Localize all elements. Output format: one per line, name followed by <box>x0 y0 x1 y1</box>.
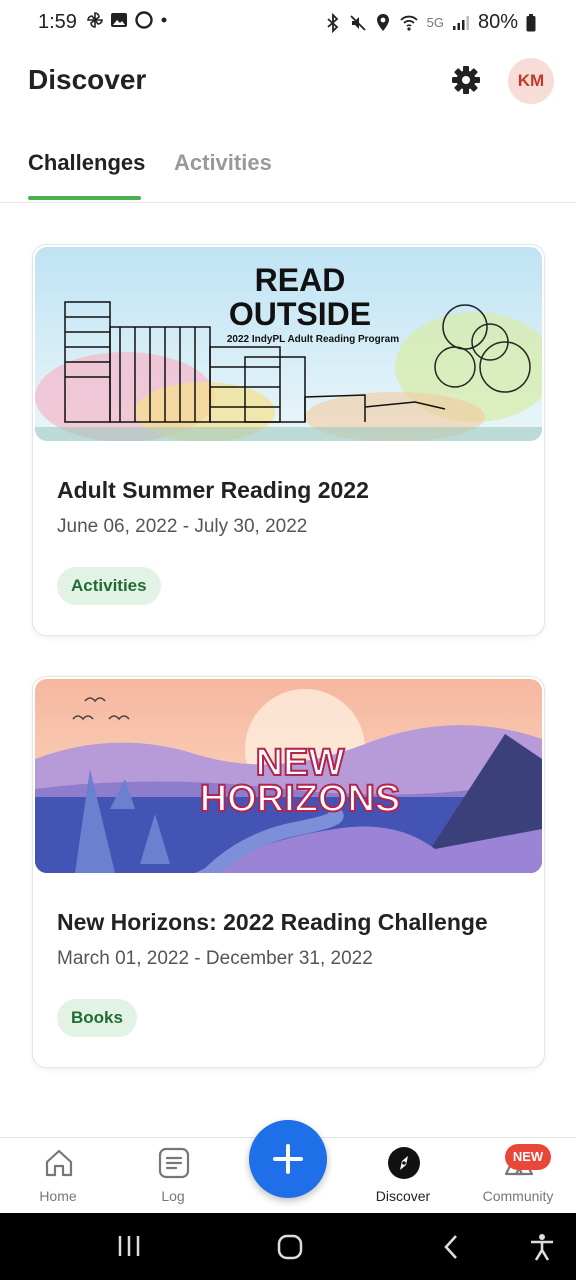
status-time: 1:59 <box>38 11 77 33</box>
tab-activities[interactable]: Activities <box>174 150 272 176</box>
accessibility-icon[interactable] <box>528 1233 556 1261</box>
active-tab-indicator <box>28 196 141 200</box>
avatar[interactable]: KM <box>508 58 554 104</box>
banner-title-line2: OUTSIDE <box>229 296 371 332</box>
challenge-card[interactable]: READ OUTSIDE 2022 IndyPL Adult Reading P… <box>32 244 545 636</box>
nav-home-label: Home <box>39 1188 77 1204</box>
battery-percent: 80% <box>477 11 518 33</box>
gear-icon <box>452 66 480 94</box>
location-icon <box>376 13 389 31</box>
wifi-icon <box>399 15 418 31</box>
pinwheel-icon <box>87 12 103 28</box>
home-system-icon[interactable] <box>276 1233 304 1261</box>
tab-bar: Challenges Activities <box>0 140 576 203</box>
add-button[interactable] <box>249 1120 327 1198</box>
challenge-tag: Books <box>57 999 137 1037</box>
log-icon <box>158 1147 190 1179</box>
compass-icon <box>388 1147 420 1179</box>
nav-log-label: Log <box>161 1188 185 1204</box>
banner-subtitle: 2022 IndyPL Adult Reading Program <box>227 334 399 345</box>
new-badge: NEW <box>505 1144 551 1170</box>
challenge-title: Adult Summer Reading 2022 <box>57 477 369 503</box>
challenge-dates: March 01, 2022 - December 31, 2022 <box>57 948 373 969</box>
mute-icon <box>349 14 366 31</box>
nav-home[interactable]: Home <box>8 1138 108 1214</box>
gallery-icon <box>111 13 127 27</box>
plus-icon <box>273 1144 303 1174</box>
battery-icon <box>526 13 536 31</box>
dot-icon <box>161 17 167 23</box>
tab-challenges[interactable]: Challenges <box>28 150 145 176</box>
settings-button[interactable] <box>448 62 484 98</box>
nav-discover-label: Discover <box>375 1188 431 1204</box>
challenge-dates: June 06, 2022 - July 30, 2022 <box>57 516 308 537</box>
challenge-banner-image: READ OUTSIDE 2022 IndyPL Adult Reading P… <box>35 247 542 441</box>
nav-discover[interactable]: Discover <box>353 1138 453 1214</box>
system-nav-bar <box>0 1213 576 1280</box>
challenge-tag: Activities <box>57 567 161 605</box>
banner-title-line1: READ <box>255 262 346 298</box>
status-bar: 1:59 5G 80% <box>0 0 576 46</box>
banner-title-line2: HORIZONS <box>200 778 401 820</box>
challenge-card[interactable]: NEW HORIZONS New Horizons: 2022 Reading … <box>32 676 545 1068</box>
recent-apps-icon[interactable] <box>116 1233 142 1259</box>
bluetooth-icon <box>327 12 338 33</box>
page-title: Discover <box>28 64 147 95</box>
circle-icon <box>135 11 153 29</box>
home-icon <box>45 1149 73 1177</box>
app-bar: Discover KM <box>0 50 576 114</box>
challenge-banner-image: NEW HORIZONS <box>35 679 542 873</box>
back-icon[interactable] <box>440 1233 464 1261</box>
challenge-title: New Horizons: 2022 Reading Challenge <box>57 909 488 935</box>
network-type: 5G <box>426 15 444 30</box>
nav-log[interactable]: Log <box>123 1138 223 1214</box>
signal-icon <box>452 15 469 30</box>
nav-community-label: Community <box>482 1188 554 1204</box>
